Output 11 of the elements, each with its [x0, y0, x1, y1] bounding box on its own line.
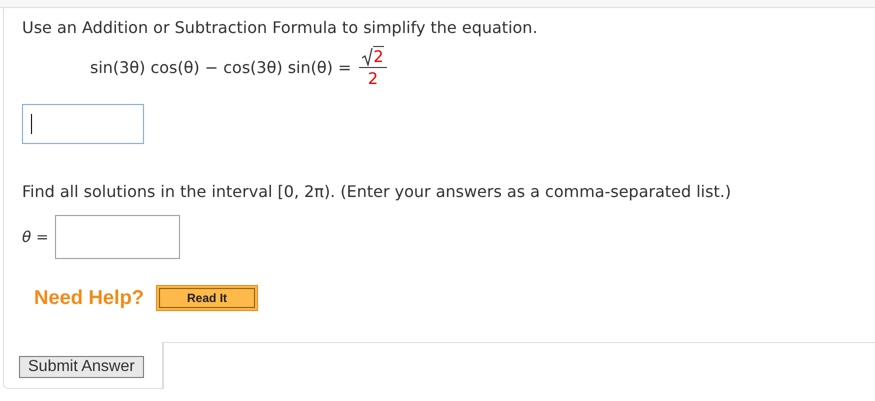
submit-answer-button[interactable]: Submit Answer: [19, 356, 144, 378]
read-it-button[interactable]: Read It: [156, 285, 258, 311]
answer-field[interactable]: [22, 104, 144, 144]
theta-label: θ =: [22, 228, 49, 246]
instruction-text: Use an Addition or Subtraction Formula to simplify the equation.: [22, 18, 539, 38]
equation-text: sin(3θ) cos(θ) − cos(3θ) sin(θ) =: [90, 58, 352, 76]
need-help-label: Need Help?: [34, 286, 144, 310]
theta-input-field[interactable]: [54, 215, 180, 259]
square-root-icon: [362, 48, 374, 66]
solutions-prompt: Find all solutions in the interval [0, 2π). (Enter your answers as a comma-separated list.): [22, 182, 732, 202]
fraction: 2 2: [359, 46, 387, 88]
